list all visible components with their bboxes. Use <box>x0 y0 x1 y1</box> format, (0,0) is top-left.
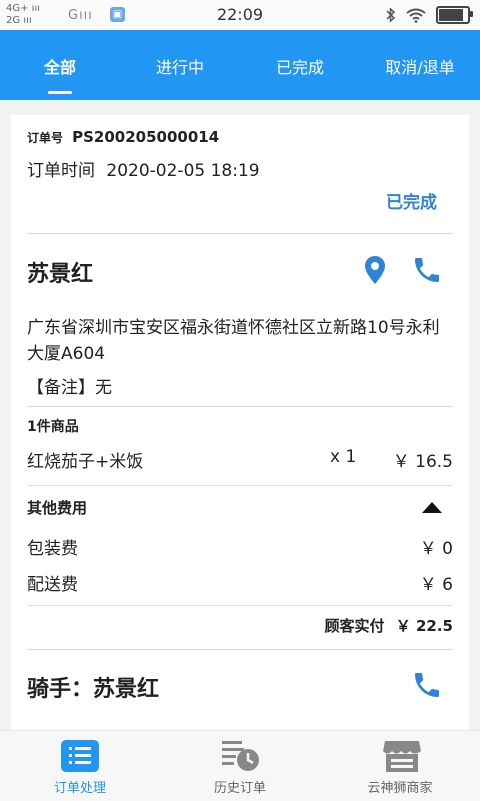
nav-history-orders[interactable]: 历史订单 <box>160 731 320 801</box>
order-status: 已完成 <box>386 193 437 213</box>
fee-amount: ￥ 6 <box>419 575 453 595</box>
rider-row: 骑手：苏景红 <box>27 671 453 703</box>
fee-name: 包装费 <box>27 539 78 559</box>
list-item: 配送费 ￥ 6 <box>27 570 453 595</box>
order-time-label: 订单时间 <box>27 161 95 181</box>
nav-order-processing[interactable]: 订单处理 <box>0 731 160 801</box>
battery-icon <box>436 6 473 24</box>
nav-label: 云神狮商家 <box>367 781 433 796</box>
order-time-row: 订单时间 2020-02-05 18:19 <box>27 156 453 181</box>
tab-label: 全部 <box>43 58 76 77</box>
phone-icon[interactable] <box>411 669 443 701</box>
list-item: 包装费 ￥ 0 <box>27 534 453 559</box>
remark-value: 无 <box>95 378 112 398</box>
bottom-navigation: 订单处理 历史订单 云神狮商家 <box>0 730 480 801</box>
bluetooth-icon <box>386 7 396 23</box>
divider <box>27 406 453 407</box>
item-qty: x 1 <box>330 447 357 467</box>
divider <box>27 605 453 606</box>
tab-label: 取消/退单 <box>385 58 455 77</box>
rider-name: 苏景红 <box>93 677 160 702</box>
order-list-icon <box>61 740 99 772</box>
tab-in-progress[interactable]: 进行中 <box>120 30 240 100</box>
active-tab-indicator <box>48 91 72 94</box>
tab-completed[interactable]: 已完成 <box>240 30 360 100</box>
rider-label: 骑手： <box>27 677 94 702</box>
divider <box>27 649 453 650</box>
customer-name: 苏景红 <box>27 262 94 287</box>
order-number-row: 订单号 PS200205000014 <box>27 127 453 146</box>
fee-amount: ￥ 0 <box>419 539 453 559</box>
status-bar: 4G+ ııı 2G ııı Gııı ▣ 22:09 <box>0 0 480 30</box>
order-tabs: 全部 进行中 已完成 取消/退单 <box>0 30 480 100</box>
total-label: 顾客实付 <box>324 617 385 635</box>
store-icon <box>383 741 421 772</box>
list-item: 红烧茄子+米饭 x 1 ￥ 16.5 <box>27 447 453 472</box>
tab-label: 已完成 <box>275 58 324 77</box>
nav-label: 订单处理 <box>53 781 106 796</box>
order-time: 2020-02-05 18:19 <box>106 161 260 181</box>
total-row: 顾客实付 ￥ 22.5 <box>325 615 453 636</box>
fee-name: 配送费 <box>27 575 78 595</box>
location-icon[interactable] <box>364 255 386 285</box>
phone-icon[interactable] <box>411 254 443 286</box>
item-price: ￥ 16.5 <box>392 452 453 472</box>
tab-label: 进行中 <box>155 58 204 77</box>
nav-label: 历史订单 <box>213 781 266 796</box>
total-amount: ￥ 22.5 <box>395 617 453 635</box>
order-card[interactable]: 订单号 PS200205000014 订单时间 2020-02-05 18:19… <box>11 115 469 730</box>
remark-label: 【备注】 <box>27 378 95 398</box>
history-icon <box>222 741 259 771</box>
goods-title: 1件商品 <box>27 419 79 435</box>
divider <box>27 233 453 234</box>
wifi-icon <box>406 8 426 23</box>
tab-cancelled[interactable]: 取消/退单 <box>360 30 480 100</box>
delivery-address: 广东省深圳市宝安区福永街道怀德社区立新路10号永利大厦A604 <box>27 318 440 364</box>
divider <box>27 485 453 486</box>
tab-all[interactable]: 全部 <box>0 30 120 100</box>
fees-title: 其他费用 <box>27 499 88 517</box>
collapse-arrow-icon[interactable] <box>420 500 444 514</box>
remark-row: 【备注】无 <box>27 373 453 398</box>
order-number: PS200205000014 <box>72 128 220 146</box>
item-name: 红烧茄子+米饭 <box>27 452 144 472</box>
nav-merchant[interactable]: 云神狮商家 <box>320 731 480 801</box>
order-number-label: 订单号 <box>27 131 64 145</box>
